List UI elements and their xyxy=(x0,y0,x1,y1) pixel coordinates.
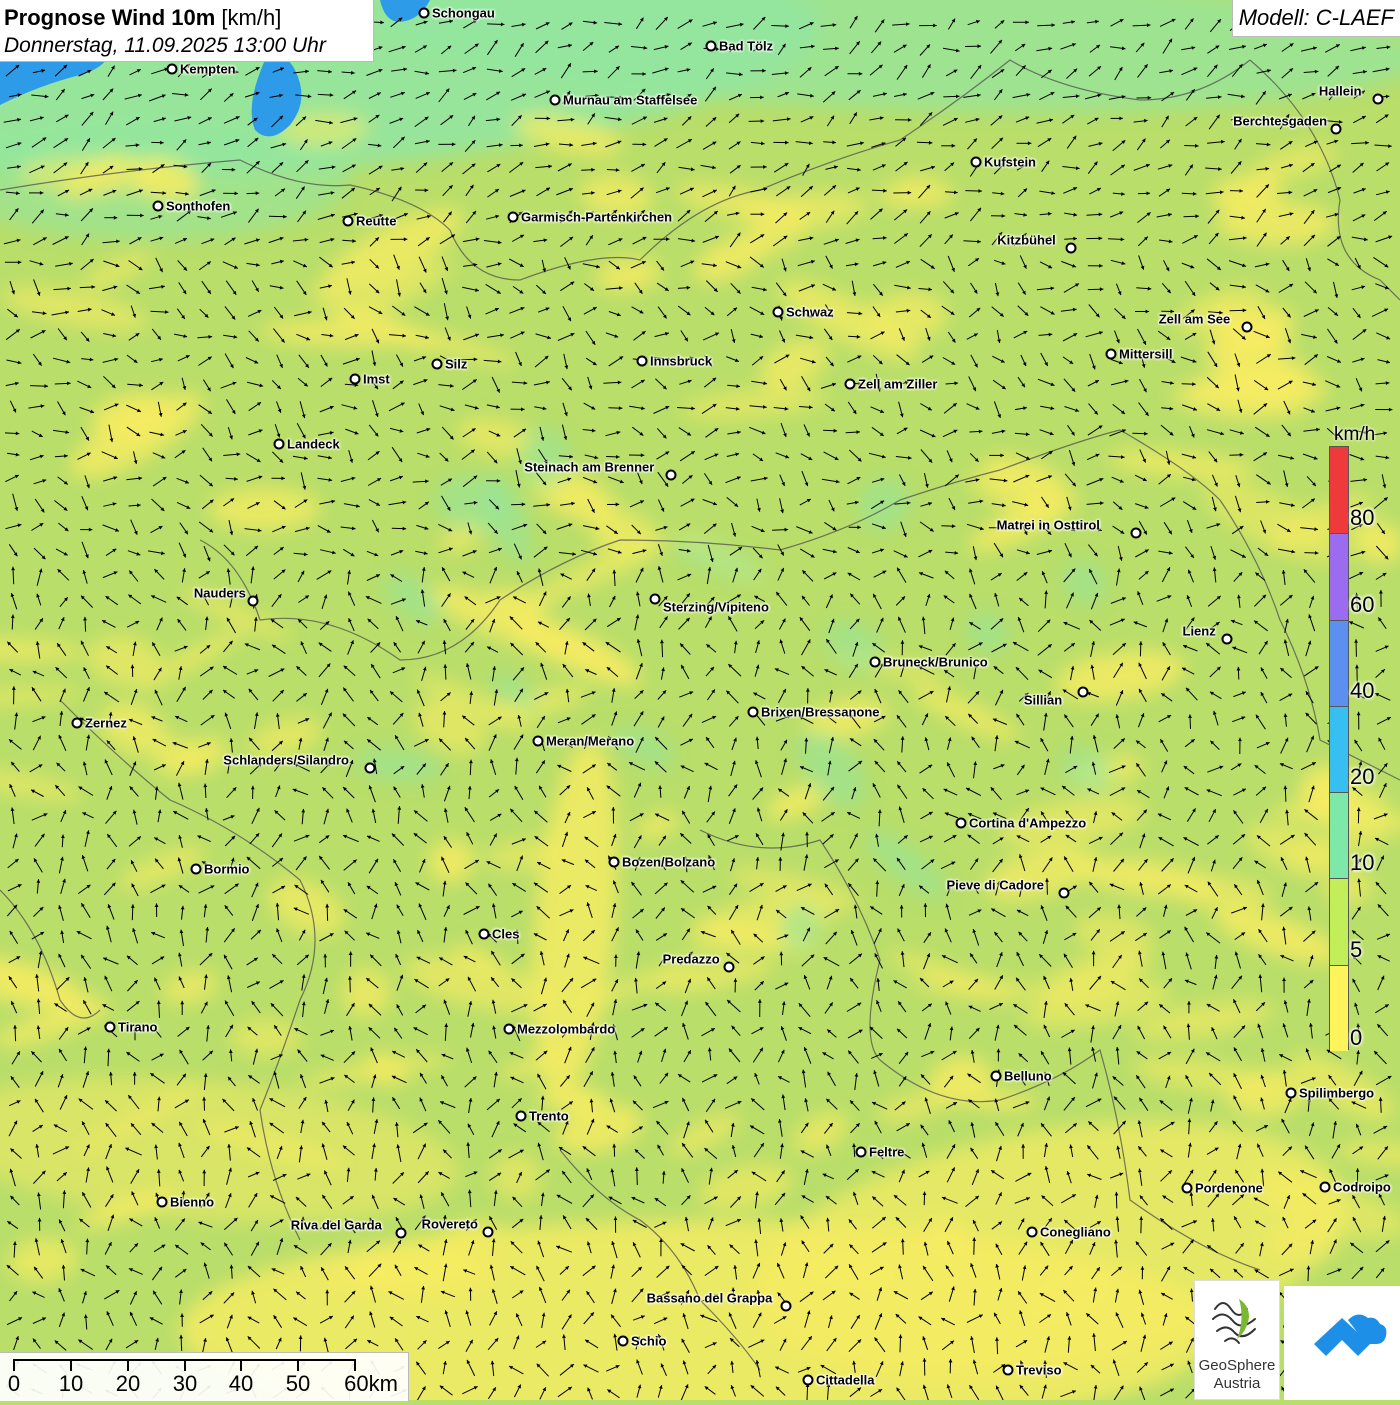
wind-forecast-map[interactable]: SchongauBad TölzKemptenMurnau am Staffel… xyxy=(0,0,1400,1400)
